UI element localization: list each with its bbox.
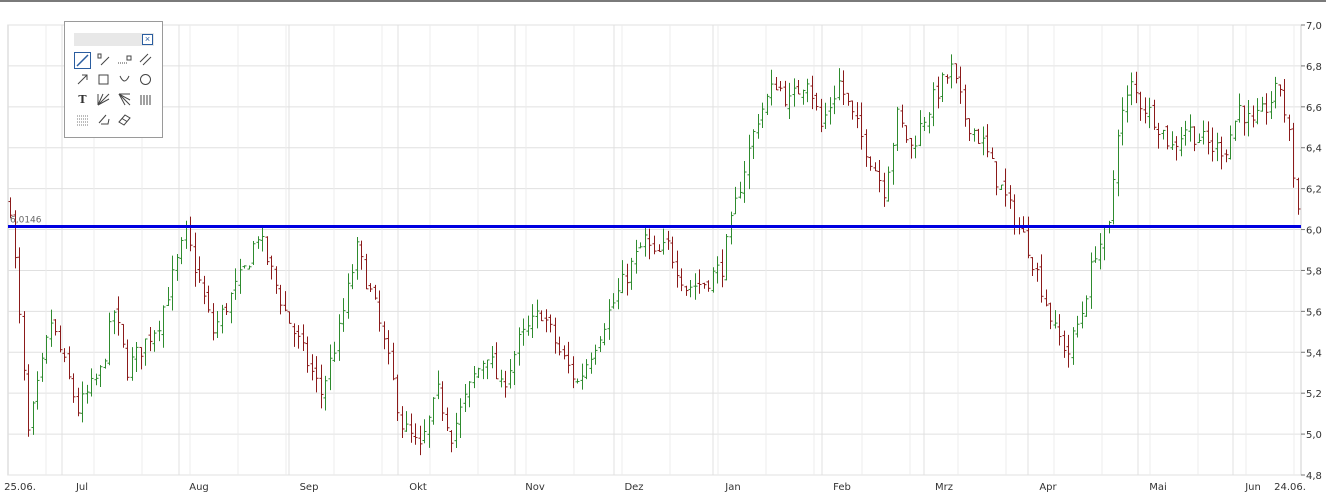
arc-tool-icon[interactable]: [116, 72, 133, 89]
y-tick-label: 5,4: [1306, 348, 1322, 359]
line-with-value-tool-icon[interactable]: [95, 52, 112, 69]
x-tick-label: Sep: [300, 482, 319, 493]
x-tick-label: 24.06.: [1274, 482, 1306, 493]
y-tick-label: 5,6: [1306, 307, 1322, 318]
x-tick-label: Apr: [1039, 482, 1057, 493]
fan-lines-tool-icon[interactable]: [95, 92, 112, 109]
eraser-tool-icon[interactable]: [116, 112, 133, 129]
y-tick-label: 6,0: [1306, 226, 1322, 237]
ohlc-chart[interactable]: 6,0146 7,0 6,8 6,6 6,4 6,2 6,0 5,8 5,6 5,4 5,2 5,0…: [0, 0, 1326, 502]
x-tick-label: Jul: [75, 482, 88, 493]
vertical-lines-tool-icon[interactable]: [137, 92, 154, 109]
x-tick-label: Jan: [724, 482, 740, 493]
y-tick-label: 6,8: [1306, 62, 1322, 73]
y-tick-label: 4,8: [1306, 471, 1322, 482]
y-tick-label: 5,0: [1306, 430, 1322, 441]
x-tick-label: Aug: [189, 482, 209, 493]
horizontal-line-tool-icon[interactable]: [116, 52, 133, 69]
x-tick-label: 25.06.: [4, 482, 36, 493]
grid-lines-tool-icon[interactable]: [74, 112, 91, 129]
y-tick-label: 6,2: [1306, 185, 1322, 196]
level-line-label: 6,0146: [10, 216, 42, 226]
y-tick-label: 6,6: [1306, 103, 1322, 114]
x-tick-label: Mai: [1149, 482, 1167, 493]
toolbox-titlebar[interactable]: ×: [74, 33, 154, 46]
x-tick-label: Mrz: [935, 482, 953, 493]
y-axis-ticks: 7,0 6,8 6,6 6,4 6,2 6,0 5,8 5,6 5,4 5,2 5,0 4,8: [1301, 21, 1322, 482]
line-tool-icon[interactable]: [74, 52, 91, 69]
close-icon[interactable]: ×: [142, 34, 153, 45]
drawing-toolbox: × T: [64, 21, 163, 138]
fibonacci-fan-tool-icon[interactable]: [116, 92, 133, 109]
y-tick-label: 5,2: [1306, 389, 1322, 400]
x-tick-label: Nov: [525, 482, 545, 493]
x-tick-label: Feb: [833, 482, 851, 493]
y-tick-label: 7,0: [1306, 21, 1322, 32]
text-tool-icon[interactable]: T: [74, 92, 91, 109]
x-tick-label: Dez: [624, 482, 643, 493]
arrow-tool-icon[interactable]: [74, 72, 91, 89]
y-tick-label: 6,4: [1306, 144, 1322, 155]
delete-object-tool-icon[interactable]: [95, 112, 112, 129]
y-tick-label: 5,8: [1306, 266, 1322, 277]
x-tick-label: Okt: [409, 482, 427, 493]
parallel-lines-tool-icon[interactable]: [137, 52, 154, 69]
rectangle-tool-icon[interactable]: [95, 72, 112, 89]
circle-tool-icon[interactable]: [137, 72, 154, 89]
x-tick-label: Jun: [1244, 482, 1261, 493]
x-axis-ticks: 25.06. Jul Aug Sep Okt Nov Dez Jan Feb Mrz Apr Mai J…: [4, 482, 1306, 493]
